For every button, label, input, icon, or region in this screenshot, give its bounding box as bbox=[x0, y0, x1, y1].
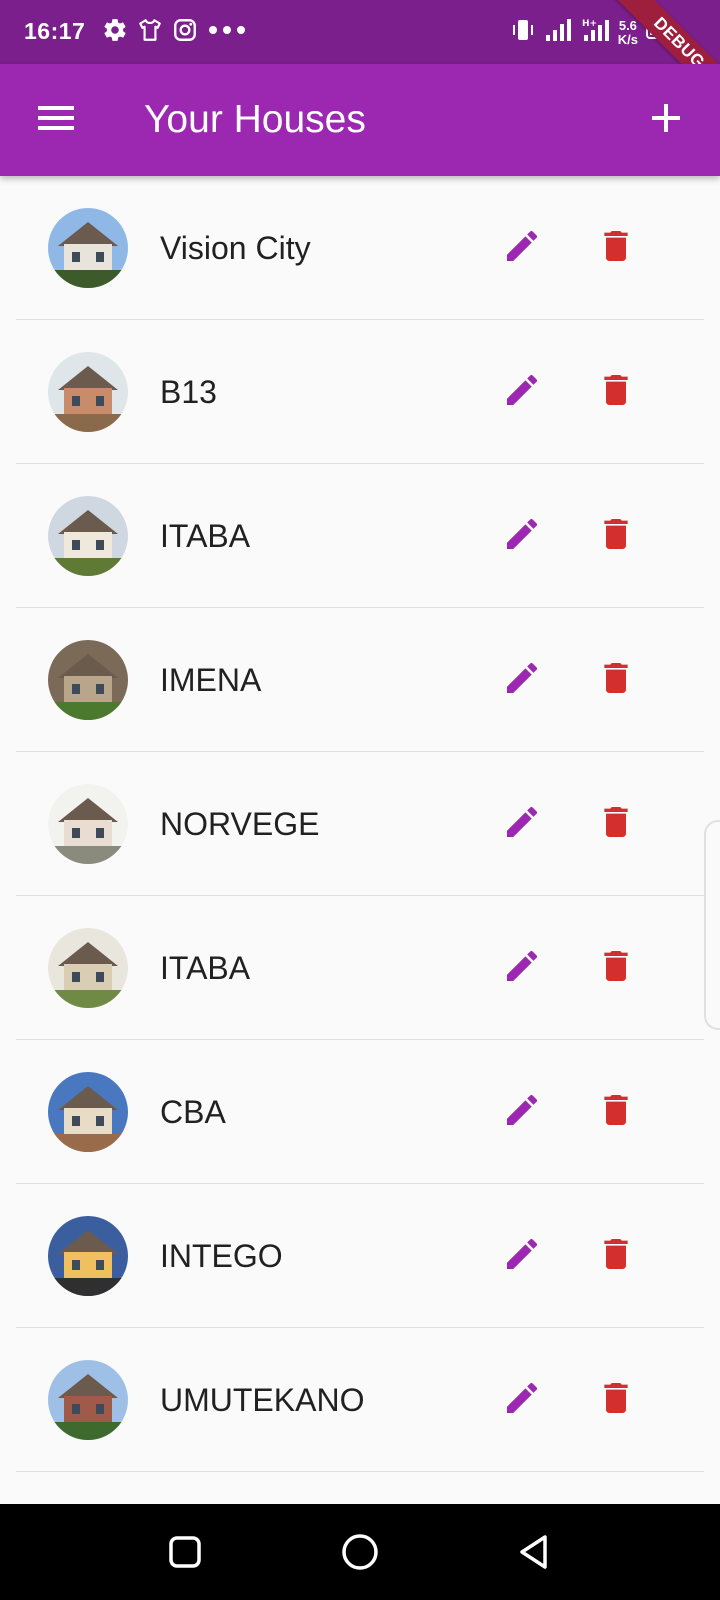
page-title: Your Houses bbox=[144, 98, 366, 141]
gear-icon bbox=[102, 17, 128, 48]
status-icons-left bbox=[102, 17, 247, 48]
side-panel-handle[interactable] bbox=[704, 820, 720, 1030]
delete-house-button[interactable] bbox=[588, 220, 644, 276]
house-name: Vision City bbox=[160, 230, 311, 266]
status-time: 16:17 bbox=[24, 18, 86, 44]
delete-house-button[interactable] bbox=[588, 940, 644, 996]
house-avatar bbox=[48, 928, 128, 1008]
back-triangle-icon bbox=[516, 1533, 552, 1576]
delete-house-button[interactable] bbox=[588, 796, 644, 852]
trash-icon bbox=[596, 658, 636, 703]
edit-pencil-icon bbox=[502, 802, 542, 847]
edit-house-button[interactable] bbox=[494, 796, 550, 852]
net-speed: 5.6 K/s bbox=[617, 17, 638, 47]
app-bar: Your Houses bbox=[0, 64, 720, 176]
more-dots-icon bbox=[207, 17, 247, 48]
trash-icon bbox=[596, 802, 636, 847]
trash-icon bbox=[596, 226, 636, 271]
edit-pencil-icon bbox=[502, 514, 542, 559]
edit-house-button[interactable] bbox=[494, 940, 550, 996]
status-bar: 16:17 H+ 5.6 K/s DEBUG bbox=[0, 0, 720, 113]
edit-pencil-icon bbox=[502, 1090, 542, 1135]
trash-icon bbox=[596, 946, 636, 991]
add-icon bbox=[650, 102, 682, 139]
house-avatar bbox=[48, 496, 128, 576]
list-item[interactable]: NORVEGE bbox=[0, 752, 720, 896]
net-speed-unit: K/s bbox=[617, 31, 638, 47]
svg-text:H+: H+ bbox=[582, 19, 597, 29]
house-name: IMENA bbox=[160, 662, 262, 698]
list-item[interactable]: INTEGO bbox=[0, 1184, 720, 1328]
edit-house-button[interactable] bbox=[494, 1372, 550, 1428]
house-list: Vision City B13 ITABA IMENA NORVEGE ITABA CBA I… bbox=[0, 176, 720, 1472]
delete-house-button[interactable] bbox=[588, 364, 644, 420]
delete-house-button[interactable] bbox=[588, 1228, 644, 1284]
edit-house-button[interactable] bbox=[494, 1228, 550, 1284]
house-avatar bbox=[48, 1216, 128, 1296]
recents-square-icon bbox=[167, 1534, 203, 1575]
edit-pencil-icon bbox=[502, 226, 542, 271]
delete-house-button[interactable] bbox=[588, 1084, 644, 1140]
edit-pencil-icon bbox=[502, 946, 542, 991]
edit-pencil-icon bbox=[502, 1234, 542, 1279]
edit-house-button[interactable] bbox=[494, 364, 550, 420]
list-item[interactable]: UMUTEKANO bbox=[0, 1328, 720, 1472]
edit-house-button[interactable] bbox=[494, 652, 550, 708]
home-button[interactable] bbox=[338, 1532, 382, 1576]
house-avatar bbox=[48, 1360, 128, 1440]
house-name: ITABA bbox=[160, 518, 251, 554]
edit-house-button[interactable] bbox=[494, 1084, 550, 1140]
list-item[interactable]: ITABA bbox=[0, 464, 720, 608]
house-avatar bbox=[48, 352, 128, 432]
shirt-icon bbox=[137, 17, 163, 48]
system-nav-bar bbox=[0, 1504, 720, 1600]
list-item[interactable]: ITABA bbox=[0, 896, 720, 1040]
list-item[interactable]: B13 bbox=[0, 320, 720, 464]
house-name: UMUTEKANO bbox=[160, 1382, 365, 1418]
edit-pencil-icon bbox=[502, 658, 542, 703]
net-speed-value: 5.6 bbox=[618, 17, 637, 33]
delete-house-button[interactable] bbox=[588, 1372, 644, 1428]
vibrate-icon bbox=[510, 16, 536, 49]
instagram-icon bbox=[172, 17, 198, 48]
menu-icon bbox=[36, 104, 76, 137]
house-name: ITABA bbox=[160, 950, 251, 986]
edit-pencil-icon bbox=[502, 1378, 542, 1423]
screen: 16:17 H+ 5.6 K/s DEBUG Your Houses Visio… bbox=[0, 0, 720, 1600]
house-name: NORVEGE bbox=[160, 806, 320, 842]
delete-house-button[interactable] bbox=[588, 508, 644, 564]
house-name: CBA bbox=[160, 1094, 226, 1130]
house-avatar bbox=[48, 784, 128, 864]
edit-pencil-icon bbox=[502, 370, 542, 415]
house-avatar bbox=[48, 208, 128, 288]
row-divider bbox=[16, 1471, 704, 1472]
recents-button[interactable] bbox=[163, 1532, 207, 1576]
edit-house-button[interactable] bbox=[494, 220, 550, 276]
house-avatar bbox=[48, 640, 128, 720]
list-item[interactable]: CBA bbox=[0, 1040, 720, 1184]
trash-icon bbox=[596, 1234, 636, 1279]
trash-icon bbox=[596, 514, 636, 559]
back-button[interactable] bbox=[512, 1532, 556, 1576]
list-item[interactable]: Vision City bbox=[0, 176, 720, 320]
add-house-button[interactable] bbox=[640, 96, 692, 144]
signal-icon bbox=[544, 17, 572, 48]
house-name: B13 bbox=[160, 374, 217, 410]
home-circle-icon bbox=[340, 1532, 380, 1577]
edit-house-button[interactable] bbox=[494, 508, 550, 564]
signal-hplus-icon: H+ bbox=[580, 17, 610, 48]
list-item[interactable]: IMENA bbox=[0, 608, 720, 752]
house-name: INTEGO bbox=[160, 1238, 283, 1274]
trash-icon bbox=[596, 1090, 636, 1135]
menu-button[interactable] bbox=[30, 98, 82, 142]
trash-icon bbox=[596, 370, 636, 415]
house-avatar bbox=[48, 1072, 128, 1152]
trash-icon bbox=[596, 1378, 636, 1423]
delete-house-button[interactable] bbox=[588, 652, 644, 708]
